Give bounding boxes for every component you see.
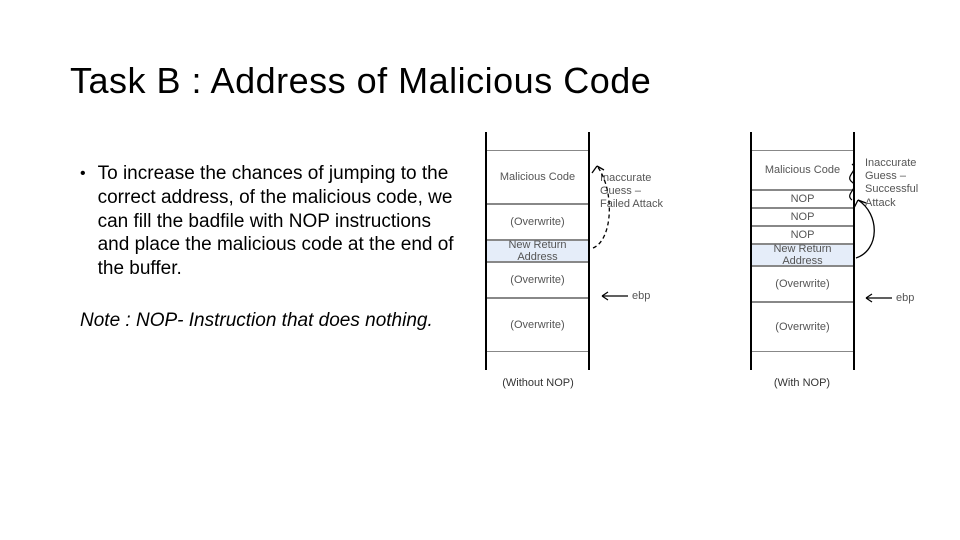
cell-nop: NOP bbox=[752, 190, 853, 208]
cell-malicious-code: Malicious Code bbox=[752, 150, 853, 190]
arrow-success-icon bbox=[850, 192, 890, 272]
text-column: • To increase the chances of jumping to … bbox=[70, 162, 460, 333]
cell-overwrite: (Overwrite) bbox=[752, 302, 853, 352]
note-text: Note : NOP- Instruction that does nothin… bbox=[70, 309, 460, 333]
cell-overwrite: (Overwrite) bbox=[487, 298, 588, 352]
cell-malicious-code: Malicious Code bbox=[487, 150, 588, 204]
bullet-dot: • bbox=[70, 162, 98, 281]
stack-with-nop: Malicious Code NOP NOP NOP New Return Ad… bbox=[750, 132, 855, 370]
pointer-ebp-label: ebp bbox=[896, 292, 914, 304]
slide: Task B : Address of Malicious Code • To … bbox=[0, 0, 960, 540]
bullet-item: • To increase the chances of jumping to … bbox=[70, 162, 460, 281]
bullet-text: To increase the chances of jumping to th… bbox=[98, 162, 460, 281]
cell-nop: NOP bbox=[752, 208, 853, 226]
cell-overwrite: (Overwrite) bbox=[752, 266, 853, 302]
pointer-ebp-left: ebp bbox=[598, 290, 650, 302]
squiggle-icon bbox=[842, 162, 862, 202]
pointer-ebp-label: ebp bbox=[632, 290, 650, 302]
cell-nop: NOP bbox=[752, 226, 853, 244]
content-row: • To increase the chances of jumping to … bbox=[70, 162, 890, 452]
cell-return-address: New Return Address bbox=[752, 244, 853, 266]
caption-with-nop: (With NOP) bbox=[742, 377, 862, 389]
cell-overwrite: (Overwrite) bbox=[487, 262, 588, 298]
caption-without-nop: (Without NOP) bbox=[478, 377, 598, 389]
cell-overwrite: (Overwrite) bbox=[487, 204, 588, 240]
stack-without-nop: Malicious Code (Overwrite) New Return Ad… bbox=[485, 132, 590, 370]
cell-return-address: New Return Address bbox=[487, 240, 588, 262]
pointer-ebp-right: ebp bbox=[862, 292, 914, 304]
diagram: Malicious Code (Overwrite) New Return Ad… bbox=[470, 132, 890, 452]
page-title: Task B : Address of Malicious Code bbox=[70, 60, 890, 102]
arrow-failed-icon bbox=[585, 150, 625, 260]
